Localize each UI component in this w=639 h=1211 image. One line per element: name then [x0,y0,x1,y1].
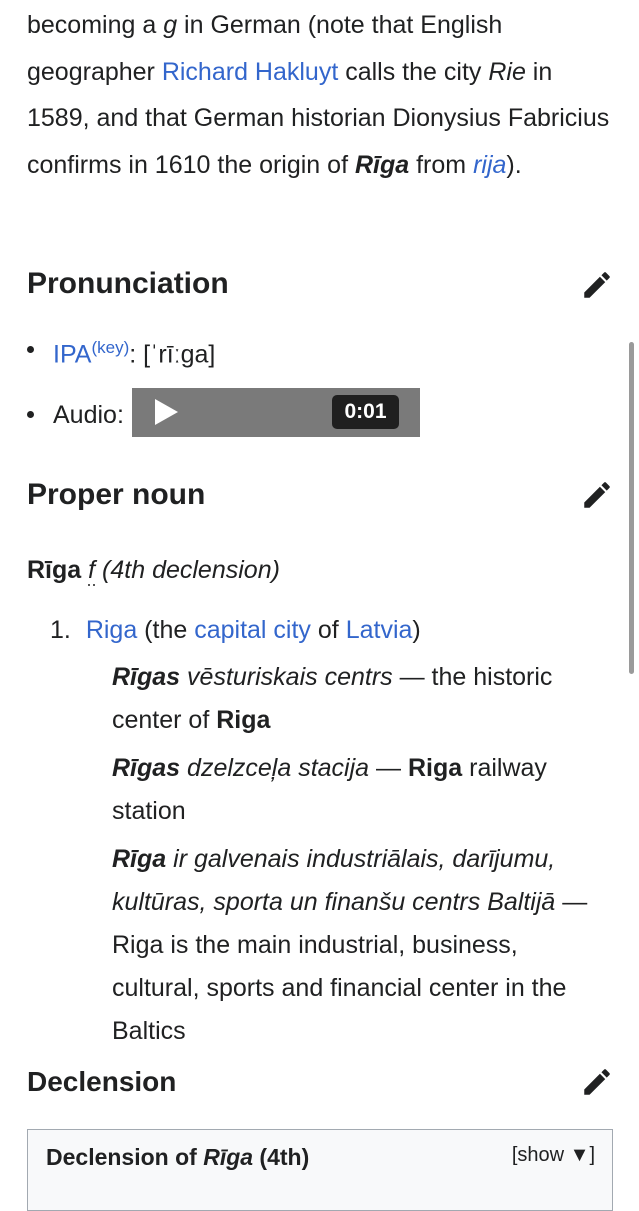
sense-text: of [310,616,346,644]
example-bold: Rīgas [112,754,181,782]
sense-1: 1. Riga (the capital city of Latvia) [50,610,421,650]
ipa-link[interactable]: IPA [53,340,91,368]
example-italic: vēsturiskais centrs [180,663,393,691]
usage-example: Rīga ir galvenais industriālais, darījum… [112,838,612,1053]
etymology-rie: Rie [488,57,526,86]
etymology-text: becoming a [27,11,164,39]
latvia-link[interactable]: Latvia [346,616,413,644]
etymology-paragraph: becoming a g in German (note that Englis… [27,2,617,188]
sense-text: ) [412,616,421,644]
declension-table-title: Declension of Rīga (4th) [46,1144,309,1171]
headword: Rīga [27,556,82,584]
capital-city-link[interactable]: capital city [194,616,311,644]
etymology-text: ). [506,150,522,179]
sense-text: (the [137,616,195,644]
etymology-text: from [409,150,474,179]
richard-hakluyt-link[interactable]: Richard Hakluyt [162,58,338,86]
ipa-key-link[interactable]: (key) [91,338,129,357]
declension-table: Declension of Rīga (4th) [show ▼] [27,1129,613,1211]
example-bold: Rīgas [112,663,181,691]
audio-player[interactable]: 0:01 [132,388,420,437]
sense-number: 1. [50,616,71,644]
bullet-dot [27,411,34,418]
table-title-text: Declension of [46,1144,204,1170]
example-translation: — [369,754,408,782]
proper-noun-heading: Proper noun [27,478,206,511]
pronunciation-heading: Pronunciation [27,267,229,300]
edit-pronunciation-icon[interactable] [580,268,614,302]
usage-examples: Rīgas vēsturiskais centrs — the historic… [112,656,612,1058]
table-title-text: (4th) [253,1144,310,1170]
rija-link[interactable]: rija [473,151,506,179]
riga-link[interactable]: Riga [86,616,137,644]
edit-proper-noun-icon[interactable] [580,478,614,512]
etymology-g: g [163,11,178,39]
ipa-value: [ˈrīːɡa] [136,340,216,369]
scrollbar[interactable] [629,342,634,674]
usage-example: Rīgas dzelzceļa stacija — Riga railway s… [112,747,612,833]
example-italic: ir galvenais industriālais, darījumu, ku… [112,845,556,916]
usage-example: Rīgas vēsturiskais centrs — the historic… [112,656,612,742]
play-icon[interactable] [155,399,178,425]
example-translation-bold: Riga [216,706,271,734]
example-bold: Rīga [112,845,167,873]
edit-declension-icon[interactable] [580,1065,614,1099]
bullet-dot [27,346,34,353]
audio-time: 0:01 [332,395,399,429]
declension-note: (4th declension) [95,556,280,584]
example-translation-bold: Riga [407,754,463,782]
declension-heading: Declension [27,1066,177,1097]
table-title-word: Rīga [203,1144,254,1170]
headword-line: Rīga f (4th declension) [27,550,280,590]
etymology-text: calls the city [338,57,489,86]
example-italic: dzelzceļa stacija [180,754,370,782]
audio-label: Audio: [53,401,124,429]
show-toggle[interactable]: [show ▼] [512,1144,595,1167]
etymology-riga: Rīga [354,150,410,179]
